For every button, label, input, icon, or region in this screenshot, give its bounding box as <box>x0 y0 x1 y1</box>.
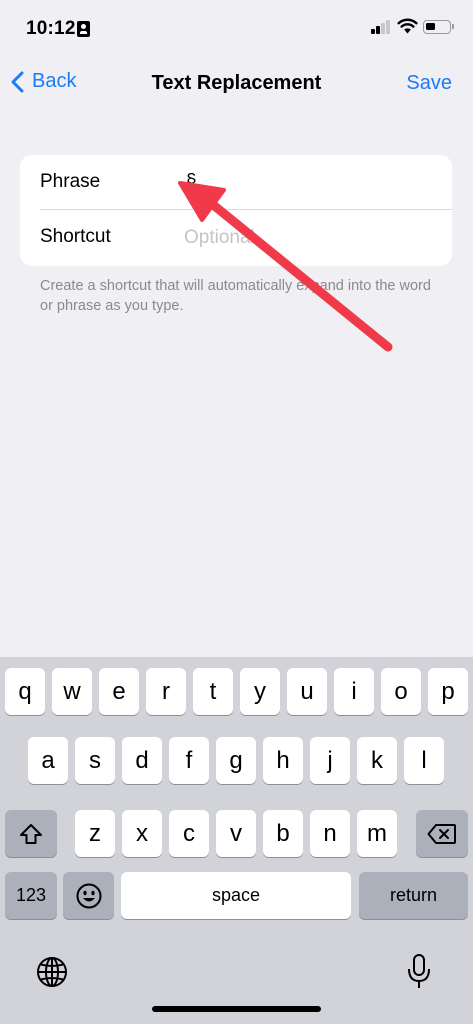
letter-key[interactable]: p <box>428 668 468 715</box>
letter-key[interactable]: c <box>169 810 209 857</box>
phrase-row[interactable]: Phrase § <box>40 155 452 210</box>
letter-key[interactable]: t <box>193 668 233 715</box>
letter-key[interactable]: n <box>310 810 350 857</box>
letter-key[interactable]: h <box>263 737 303 784</box>
letter-key[interactable]: q <box>5 668 45 715</box>
keyboard: qwertyuiop asdfghjkl zxcvbnm 123 space r… <box>0 657 473 1024</box>
navigation-bar: Back Text Replacement Save <box>0 60 473 108</box>
person-id-icon <box>77 21 90 37</box>
letter-key[interactable]: v <box>216 810 256 857</box>
letter-key[interactable]: s <box>75 737 115 784</box>
letter-key[interactable]: f <box>169 737 209 784</box>
letter-key[interactable]: e <box>99 668 139 715</box>
letter-key[interactable]: r <box>146 668 186 715</box>
phrase-value[interactable]: § <box>186 171 197 193</box>
letter-key[interactable]: u <box>287 668 327 715</box>
save-button[interactable]: Save <box>406 72 452 95</box>
status-time: 10:12 <box>26 18 76 39</box>
wifi-icon <box>397 18 418 34</box>
letter-key[interactable]: k <box>357 737 397 784</box>
footnote-text: Create a shortcut that will automaticall… <box>40 278 431 314</box>
letter-key[interactable]: w <box>52 668 92 715</box>
microphone-icon[interactable] <box>404 953 434 991</box>
cellular-signal-icon <box>371 20 391 34</box>
delete-icon <box>427 823 456 844</box>
shift-icon <box>20 823 42 844</box>
letter-key[interactable]: y <box>240 668 280 715</box>
letter-key[interactable]: z <box>75 810 115 857</box>
globe-icon[interactable] <box>35 955 69 989</box>
letter-key[interactable]: a <box>28 737 68 784</box>
letter-key[interactable]: x <box>122 810 162 857</box>
delete-key[interactable] <box>416 810 468 857</box>
letter-key[interactable]: b <box>263 810 303 857</box>
emoji-key[interactable] <box>63 872 114 919</box>
shortcut-row[interactable]: Shortcut <box>40 210 452 266</box>
letter-key[interactable]: j <box>310 737 350 784</box>
letter-key[interactable]: i <box>334 668 374 715</box>
shortcut-label: Shortcut <box>40 226 111 247</box>
letter-key[interactable]: g <box>216 737 256 784</box>
home-indicator <box>152 1006 321 1012</box>
shortcut-input[interactable] <box>184 224 444 252</box>
numbers-key[interactable]: 123 <box>5 872 57 919</box>
battery-icon <box>423 20 454 34</box>
letter-key[interactable]: d <box>122 737 162 784</box>
page-title: Text Replacement <box>151 72 322 94</box>
letter-key[interactable]: o <box>381 668 421 715</box>
return-key[interactable]: return <box>359 872 468 919</box>
phrase-label: Phrase <box>40 171 101 192</box>
letter-key[interactable]: l <box>404 737 444 784</box>
text-replacement-form: Phrase § Shortcut <box>20 155 452 266</box>
letter-key[interactable]: m <box>357 810 397 857</box>
emoji-icon <box>76 883 101 908</box>
shift-key[interactable] <box>5 810 57 857</box>
status-bar: 10:12 <box>0 0 473 50</box>
space-key[interactable]: space <box>121 872 351 919</box>
